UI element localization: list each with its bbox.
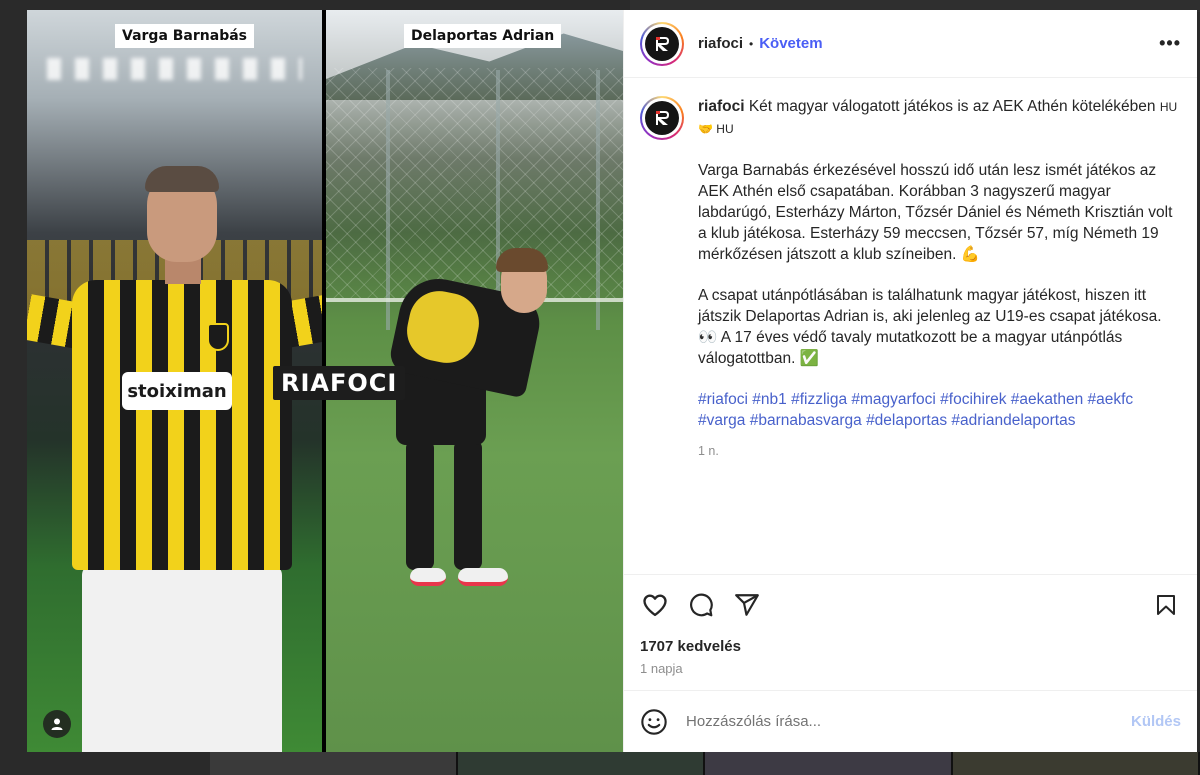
- bookmark-icon: [1157, 594, 1175, 615]
- fence-post: [596, 70, 600, 330]
- riafoci-logo-icon: [656, 111, 669, 125]
- caption-paragraph: A csapat utánpótlásában is találhatunk m…: [698, 287, 1162, 367]
- save-button[interactable]: [1151, 590, 1181, 620]
- player-hair: [145, 166, 219, 192]
- post-side-panel: riafoci • Követem ••• riafoci Két magyar…: [623, 10, 1197, 752]
- comment-input[interactable]: [686, 713, 1131, 730]
- club-crest-icon: [207, 323, 229, 351]
- heart-icon: [643, 594, 667, 616]
- hashtag-list: #riafoci #nb1 #fizzliga #magyarfoci #foc…: [698, 389, 1181, 431]
- backdrop-tile: [457, 752, 705, 775]
- backdrop-grid: [210, 752, 1200, 775]
- tagged-users-button[interactable]: [43, 710, 71, 738]
- stadium-lights: [47, 58, 302, 80]
- hashtag-link[interactable]: #focihirek: [940, 391, 1006, 408]
- player-shorts: [82, 565, 282, 752]
- hashtag-link[interactable]: #varga: [698, 412, 745, 429]
- hashtag-link[interactable]: #riafoci: [698, 391, 748, 408]
- header-username[interactable]: riafoci: [698, 35, 743, 52]
- action-bar: [624, 574, 1197, 634]
- hashtag-link[interactable]: #aekfc: [1088, 391, 1134, 408]
- comment-icon: [690, 593, 713, 616]
- hashtag-link[interactable]: #barnabasvarga: [750, 412, 862, 429]
- shirt-sponsor: stoiximan: [122, 372, 232, 410]
- post-modal: stoiximan Varga Barnabás Delaportas Adri…: [27, 10, 1197, 752]
- post-media[interactable]: stoiximan Varga Barnabás Delaportas Adri…: [27, 10, 623, 752]
- backdrop-tile: [952, 752, 1200, 775]
- emoji-icon: [641, 708, 667, 735]
- player-boot: [458, 568, 508, 586]
- user-icon: [51, 718, 63, 730]
- player-name-tag-left: Varga Barnabás: [115, 24, 255, 48]
- post-date: 1 napja: [640, 661, 683, 676]
- caption-text: riafoci Két magyar válogatott játékos is…: [698, 96, 1181, 462]
- emoji-button[interactable]: [640, 708, 668, 736]
- post-comment-button[interactable]: Küldés: [1131, 713, 1181, 730]
- player-leg: [406, 440, 434, 570]
- player-hair: [496, 248, 548, 272]
- comment-button[interactable]: [686, 590, 716, 620]
- fence-net: [326, 68, 623, 298]
- player-boot: [410, 568, 446, 586]
- hashtag-link[interactable]: #fizzliga: [791, 391, 847, 408]
- riafoci-logo-icon: [656, 36, 669, 51]
- caption-paragraph: Varga Barnabás érkezésével hosszú idő ut…: [698, 162, 1173, 263]
- follow-button[interactable]: Követem: [759, 35, 822, 52]
- backdrop-tile: [210, 752, 458, 775]
- like-count[interactable]: 1707 kedvelés: [624, 634, 1197, 655]
- player-shirt: [72, 280, 292, 570]
- share-button[interactable]: [732, 590, 762, 620]
- comment-bar: Küldés: [624, 690, 1197, 752]
- backdrop-tile: [705, 752, 953, 775]
- share-icon: [735, 593, 759, 616]
- caption-timestamp: 1 n.: [698, 444, 719, 458]
- profile-avatar[interactable]: [640, 21, 684, 66]
- caption-area[interactable]: riafoci Két magyar válogatott játékos is…: [624, 78, 1197, 574]
- hashtag-link[interactable]: #adriandelaportas: [951, 412, 1075, 429]
- fence-post: [386, 70, 390, 330]
- hashtag-link[interactable]: #delaportas: [866, 412, 947, 429]
- caption-headline: Két magyar válogatott játékos is az AEK …: [748, 98, 1156, 115]
- hashtag-link[interactable]: #aekathen: [1011, 391, 1083, 408]
- hashtag-link[interactable]: #magyarfoci: [851, 391, 935, 408]
- post-header: riafoci • Követem •••: [624, 10, 1197, 78]
- player-name-tag-right: Delaportas Adrian: [404, 24, 562, 48]
- hashtag-link[interactable]: #nb1: [752, 391, 786, 408]
- riafoci-watermark: RIAFOCI: [273, 366, 406, 400]
- player-leg: [454, 440, 482, 570]
- caption-first-line: riafoci Két magyar válogatott játékos is…: [698, 96, 1181, 140]
- caption-row: riafoci Két magyar válogatott játékos is…: [640, 96, 1181, 462]
- like-button[interactable]: [640, 590, 670, 620]
- caption-avatar[interactable]: [640, 96, 684, 140]
- caption-username[interactable]: riafoci: [698, 98, 745, 115]
- header-separator: •: [749, 36, 754, 51]
- more-options-icon[interactable]: •••: [1159, 33, 1181, 54]
